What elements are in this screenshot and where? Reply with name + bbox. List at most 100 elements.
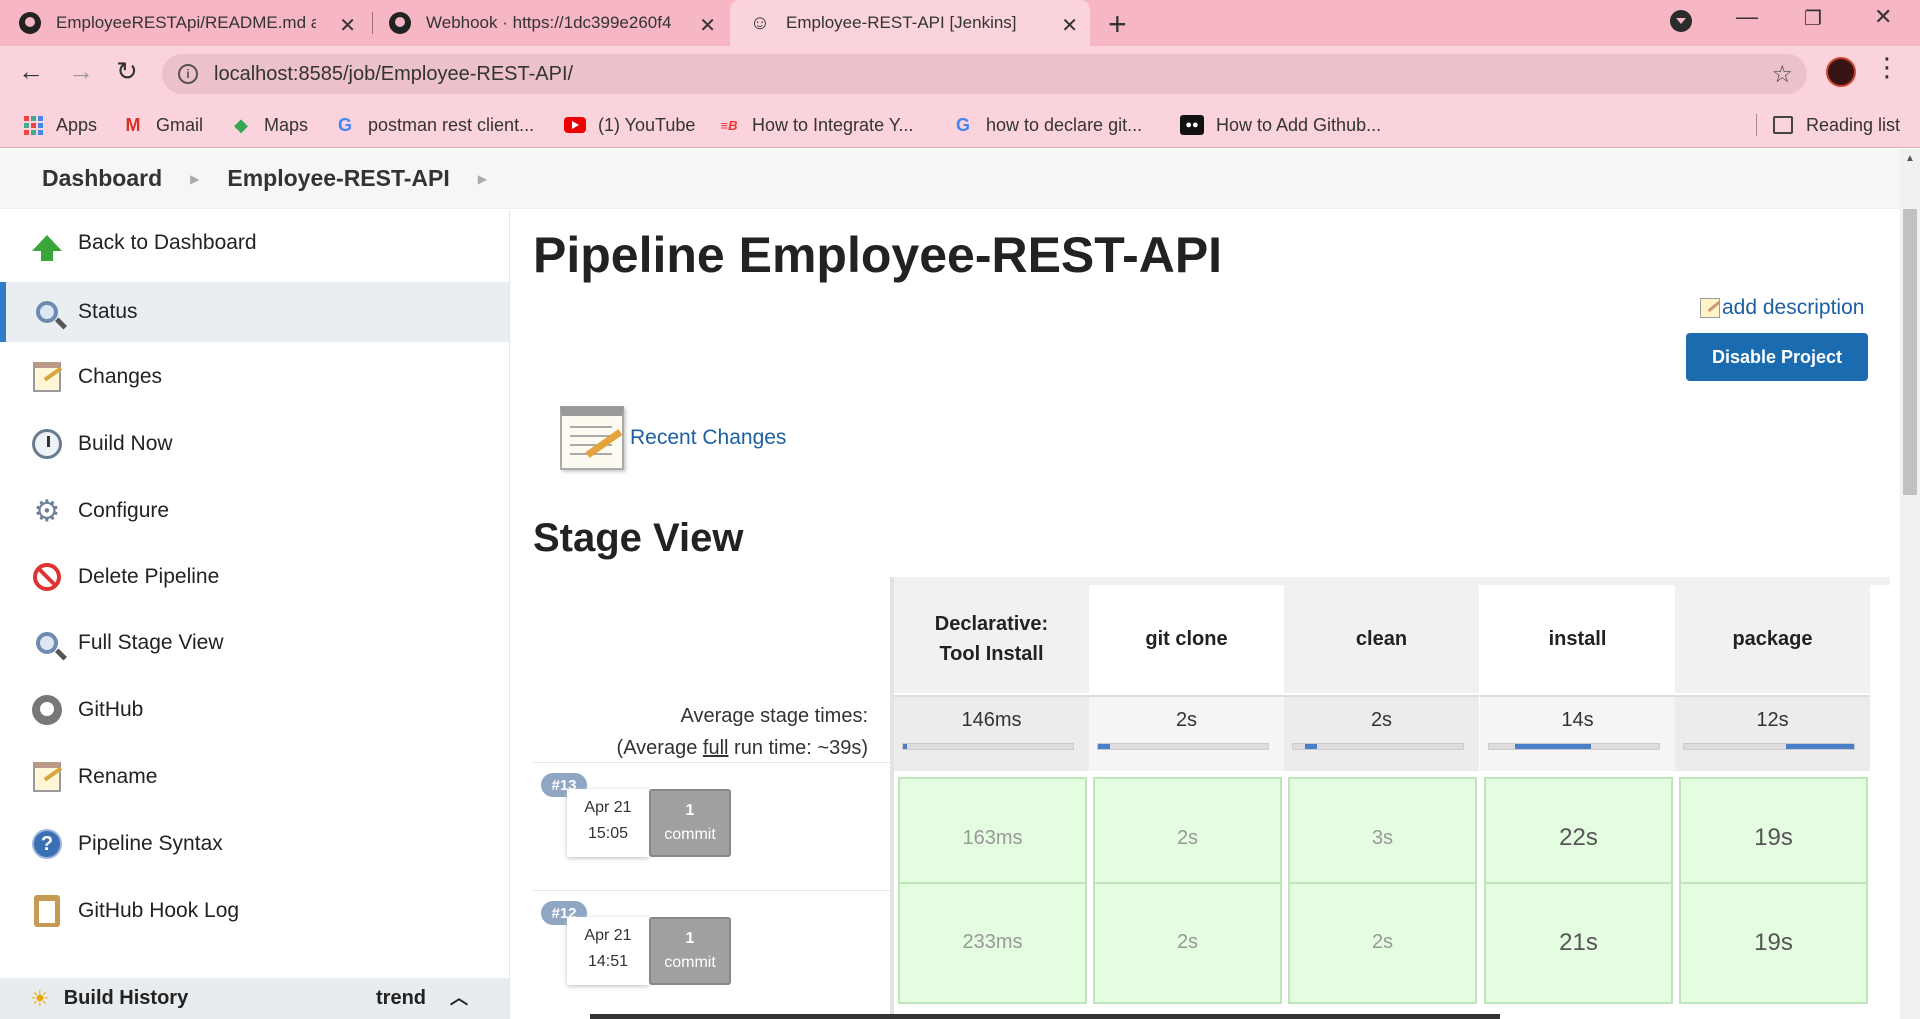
- stage-average-time: 12s: [1756, 709, 1789, 731]
- bookmark-youtube[interactable]: (1) YouTube: [564, 102, 695, 148]
- stage-result-cell[interactable]: 2s: [1288, 881, 1477, 1004]
- scroll-up-arrow-icon[interactable]: ▲: [1905, 153, 1915, 164]
- sidebar-item-label: GitHub: [78, 698, 144, 721]
- breadcrumb-arrow-icon[interactable]: ▶: [478, 172, 487, 186]
- window-close-icon[interactable]: ✕: [1874, 4, 1892, 30]
- build-commits[interactable]: 1 commit: [649, 917, 731, 985]
- close-icon[interactable]: ✕: [1061, 13, 1078, 38]
- recent-changes-link[interactable]: Recent Changes: [630, 426, 786, 450]
- tab-divider: [372, 12, 373, 34]
- minimize-icon[interactable]: —: [1736, 4, 1758, 30]
- avg-stage-times-text: Average stage times:: [680, 705, 868, 727]
- sidebar-item-status[interactable]: Status: [0, 282, 509, 342]
- stage-average-cell: 14s: [1480, 695, 1675, 771]
- sidebar-item-configure[interactable]: ⚙ Configure: [0, 481, 509, 541]
- reload-icon[interactable]: ↻: [116, 56, 138, 87]
- reading-list-button[interactable]: Reading list: [1772, 102, 1900, 148]
- forward-arrow-icon[interactable]: →: [68, 56, 94, 87]
- restore-icon[interactable]: ❐: [1804, 6, 1822, 31]
- breadcrumb-project[interactable]: Employee-REST-API: [227, 165, 449, 192]
- sidebar-item-label: GitHub Hook Log: [78, 899, 240, 922]
- bookmark-label: How to Add Github...: [1216, 114, 1382, 135]
- build-row[interactable]: #13 Apr 21 15:05 1 commit: [533, 762, 890, 889]
- bookmark-declare-git[interactable]: G how to declare git...: [952, 102, 1142, 148]
- reading-list-icon: [1772, 114, 1794, 136]
- sidebar-item-pipeline-syntax[interactable]: ? Pipeline Syntax: [0, 814, 509, 874]
- stage-progress-bar: [1488, 743, 1660, 750]
- stage-progress-bar: [902, 743, 1074, 750]
- browser-toolbar: ← → ↻ i localhost:8585/job/Employee-REST…: [0, 46, 1920, 102]
- stage-header: package: [1675, 585, 1870, 693]
- stage-result-cell[interactable]: 21s: [1484, 881, 1673, 1004]
- disable-project-button[interactable]: Disable Project: [1686, 333, 1868, 381]
- trend-link[interactable]: trend: [376, 987, 426, 1010]
- sidebar-item-changes[interactable]: Changes: [0, 347, 509, 407]
- bookmark-star-icon[interactable]: ☆: [1771, 60, 1793, 89]
- close-icon[interactable]: ✕: [339, 13, 356, 38]
- url-text: localhost:8585/job/Employee-REST-API/: [214, 62, 574, 85]
- main-panel: Pipeline Employee-REST-API add descripti…: [510, 210, 1900, 1019]
- sidebar-item-label: Rename: [78, 765, 158, 788]
- close-icon[interactable]: ✕: [699, 13, 716, 38]
- build-commits[interactable]: 1 commit: [649, 789, 731, 857]
- browser-tab-jenkins[interactable]: ☺ Employee-REST-API [Jenkins] ✕: [730, 0, 1090, 46]
- bookmark-apps[interactable]: Apps: [22, 102, 97, 148]
- youtube-icon: [564, 114, 586, 136]
- sidebar-item-label: Changes: [78, 365, 163, 388]
- bookmark-maps[interactable]: ◆ Maps: [230, 102, 308, 148]
- browser-tab-webhook[interactable]: Webhook · https://1dc399e260f4 ✕: [388, 0, 728, 46]
- build-history-title: Build History: [63, 987, 189, 1009]
- new-tab-button[interactable]: +: [1108, 6, 1127, 43]
- sidebar-item-github[interactable]: GitHub: [0, 680, 509, 740]
- chevron-up-icon[interactable]: ︿: [450, 984, 468, 1010]
- notepad-icon: [30, 760, 64, 794]
- scrollbar-thumb[interactable]: [1903, 209, 1917, 495]
- stage-result-cell[interactable]: 2s: [1093, 881, 1282, 1004]
- sidebar-item-delete-pipeline[interactable]: Delete Pipeline: [0, 547, 509, 607]
- add-description-label: add description: [1722, 296, 1865, 319]
- breadcrumb-dashboard[interactable]: Dashboard: [42, 165, 162, 192]
- bookmark-integrate[interactable]: ≡B How to Integrate Y...: [718, 102, 914, 148]
- full-run-link[interactable]: full: [703, 737, 729, 759]
- recent-changes[interactable]: Recent Changes: [560, 406, 786, 470]
- stage-average-time: 14s: [1561, 709, 1594, 731]
- sidebar-item-label: Build Now: [78, 432, 173, 455]
- bookmarks-bar: Apps M Gmail ◆ Maps G postman rest clien…: [0, 102, 1920, 148]
- sidebar-item-label: Back to Dashboard: [78, 231, 257, 254]
- site-info-icon[interactable]: i: [178, 64, 198, 84]
- stage-result-cell[interactable]: 19s: [1679, 881, 1868, 1004]
- sidebar-item-rename[interactable]: Rename: [0, 747, 509, 807]
- stage-view-table: Declarative: Tool Install 146ms git clone 2s…: [890, 577, 1890, 1019]
- ban-icon: [30, 560, 64, 594]
- commit-label: commit: [664, 826, 716, 843]
- address-bar[interactable]: i localhost:8585/job/Employee-REST-API/ …: [162, 54, 1807, 94]
- bookmark-postman[interactable]: G postman rest client...: [334, 102, 534, 148]
- bookmark-b-icon: ≡B: [720, 117, 738, 133]
- sidebar-item-build-now[interactable]: Build Now: [0, 414, 509, 474]
- page-scrollbar[interactable]: ▲: [1900, 149, 1920, 1019]
- build-date-time: 14:51: [587, 953, 629, 970]
- tab-title: Webhook · https://1dc399e260f4: [426, 13, 672, 32]
- bookmark-label: how to declare git...: [986, 114, 1143, 135]
- browser-tab-readme[interactable]: EmployeeRESTApi/README.md at ✕: [18, 0, 368, 46]
- bookmark-gmail[interactable]: M Gmail: [122, 102, 204, 148]
- add-description-link[interactable]: add description: [1700, 296, 1864, 320]
- build-row[interactable]: #12 Apr 21 14:51 1 commit: [533, 890, 890, 1017]
- sidebar-item-back-to-dashboard[interactable]: Back to Dashboard: [0, 213, 509, 273]
- browser-menu-icon[interactable]: ⋮: [1874, 54, 1900, 80]
- bookmark-label: (1) YouTube: [598, 114, 696, 135]
- up-arrow-icon: [30, 226, 64, 261]
- medium-icon: ●●: [1180, 115, 1204, 135]
- horizontal-scrollbar[interactable]: [590, 1014, 1500, 1019]
- sidebar-item-github-hook-log[interactable]: GitHub Hook Log: [0, 881, 509, 941]
- tab-title: Employee-REST-API [Jenkins]: [786, 13, 1017, 32]
- profile-avatar[interactable]: [1826, 57, 1856, 87]
- search-icon: [30, 626, 64, 660]
- sidebar-item-full-stage-view[interactable]: Full Stage View: [0, 613, 509, 673]
- stage-result-cell[interactable]: 233ms: [898, 881, 1087, 1004]
- bookmark-add-github[interactable]: ●● How to Add Github...: [1180, 102, 1381, 148]
- tab-search-icon[interactable]: [1670, 10, 1692, 32]
- breadcrumb-arrow-icon[interactable]: ▶: [190, 172, 199, 186]
- sidebar-item-label: Pipeline Syntax: [78, 832, 223, 855]
- back-arrow-icon[interactable]: ←: [18, 56, 44, 87]
